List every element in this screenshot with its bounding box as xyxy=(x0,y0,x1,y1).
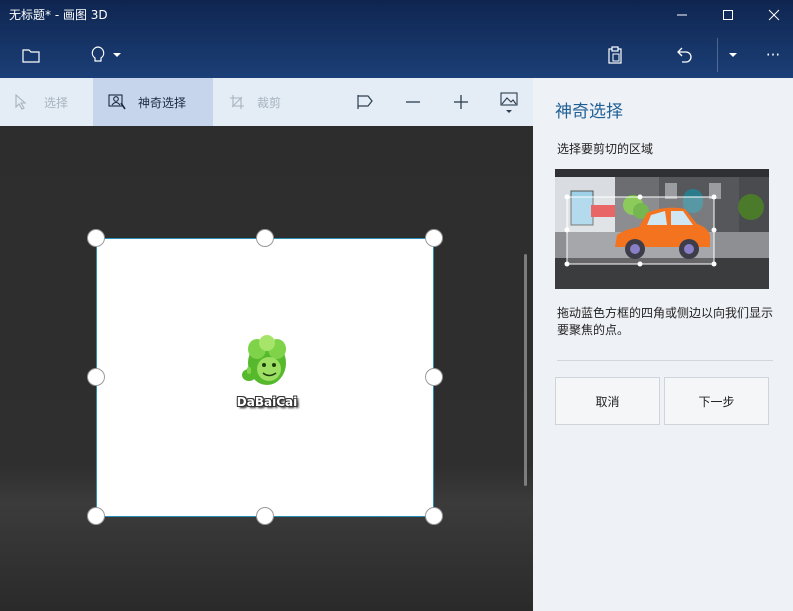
close-button[interactable] xyxy=(751,0,793,30)
next-button[interactable]: 下一步 xyxy=(664,377,769,425)
car-illustration xyxy=(555,169,769,289)
resize-handle-top[interactable] xyxy=(256,229,274,247)
tips-button[interactable] xyxy=(84,38,128,72)
resize-handle-top-right[interactable] xyxy=(425,229,443,247)
panel-subtitle: 选择要剪切的区域 xyxy=(557,142,654,156)
maximize-icon xyxy=(723,10,733,20)
paste-icon xyxy=(608,46,622,64)
panel-divider xyxy=(557,360,773,361)
panel-title: 神奇选择 xyxy=(555,102,623,122)
crop-tool[interactable]: 裁剪 xyxy=(213,78,313,126)
window-title: 无标题* - 画图 3D xyxy=(9,8,108,22)
resize-handle-left[interactable] xyxy=(87,368,105,386)
flag-icon xyxy=(357,95,373,109)
image-icon xyxy=(500,92,518,113)
paste-button[interactable] xyxy=(598,38,632,72)
history-dropdown-button[interactable] xyxy=(720,38,746,72)
canvas-area: DaBaiCai xyxy=(0,126,533,611)
minus-icon xyxy=(406,101,420,103)
select-tool[interactable]: 选择 xyxy=(0,78,93,126)
magic-select-toolbar: 选择 神奇选择 裁剪 xyxy=(0,78,533,126)
minimize-icon xyxy=(677,14,687,16)
cursor-icon xyxy=(15,94,27,110)
plus-icon xyxy=(454,95,468,109)
resize-handle-bottom-right[interactable] xyxy=(425,507,443,525)
selection-box[interactable]: DaBaiCai xyxy=(96,238,434,517)
magic-select-icon xyxy=(108,94,126,110)
more-icon: ··· xyxy=(765,46,781,64)
tutorial-preview-image xyxy=(555,169,769,289)
crop-tool-label: 裁剪 xyxy=(257,95,282,110)
history-dropdown-icon xyxy=(729,53,737,57)
lightbulb-icon xyxy=(91,46,105,62)
minimize-button[interactable] xyxy=(659,0,705,30)
chevron-down-icon xyxy=(113,53,121,57)
subtract-button[interactable] xyxy=(393,78,433,126)
panel-description: 拖动蓝色方框的四角或侧边以向我们显示要聚焦的点。 xyxy=(557,306,774,337)
flag-button[interactable] xyxy=(345,78,385,126)
vertical-scrollbar[interactable] xyxy=(524,254,527,486)
resize-handle-bottom[interactable] xyxy=(256,507,274,525)
close-icon xyxy=(768,9,780,21)
maximize-button[interactable] xyxy=(705,0,751,30)
add-button[interactable] xyxy=(441,78,481,126)
appbar-divider xyxy=(717,38,718,72)
cabbage-mascot-icon xyxy=(242,335,286,385)
resize-handle-top-left[interactable] xyxy=(87,229,105,247)
undo-icon xyxy=(677,47,692,63)
resize-handle-right[interactable] xyxy=(425,368,443,386)
cancel-button[interactable]: 取消 xyxy=(555,377,660,425)
menu-button[interactable] xyxy=(14,38,48,72)
dabaicai-logo: DaBaiCai xyxy=(227,331,307,411)
crop-icon xyxy=(230,95,244,109)
magic-select-panel: 神奇选择 选择要剪切的区域 拖动蓝色方框的四角或侧边以向我们显示要聚焦的点。 取… xyxy=(533,78,793,611)
undo-button[interactable] xyxy=(667,38,701,72)
background-button[interactable] xyxy=(489,78,529,126)
folder-icon xyxy=(22,49,40,63)
magic-select-label: 神奇选择 xyxy=(138,95,187,110)
magic-select-tool[interactable]: 神奇选择 xyxy=(93,78,213,126)
more-button[interactable]: ··· xyxy=(756,38,790,72)
select-tool-label: 选择 xyxy=(44,95,69,110)
title-bar: 无标题* - 画图 3D ··· xyxy=(0,0,793,78)
resize-handle-bottom-left[interactable] xyxy=(87,507,105,525)
logo-text: DaBaiCai xyxy=(236,395,298,409)
